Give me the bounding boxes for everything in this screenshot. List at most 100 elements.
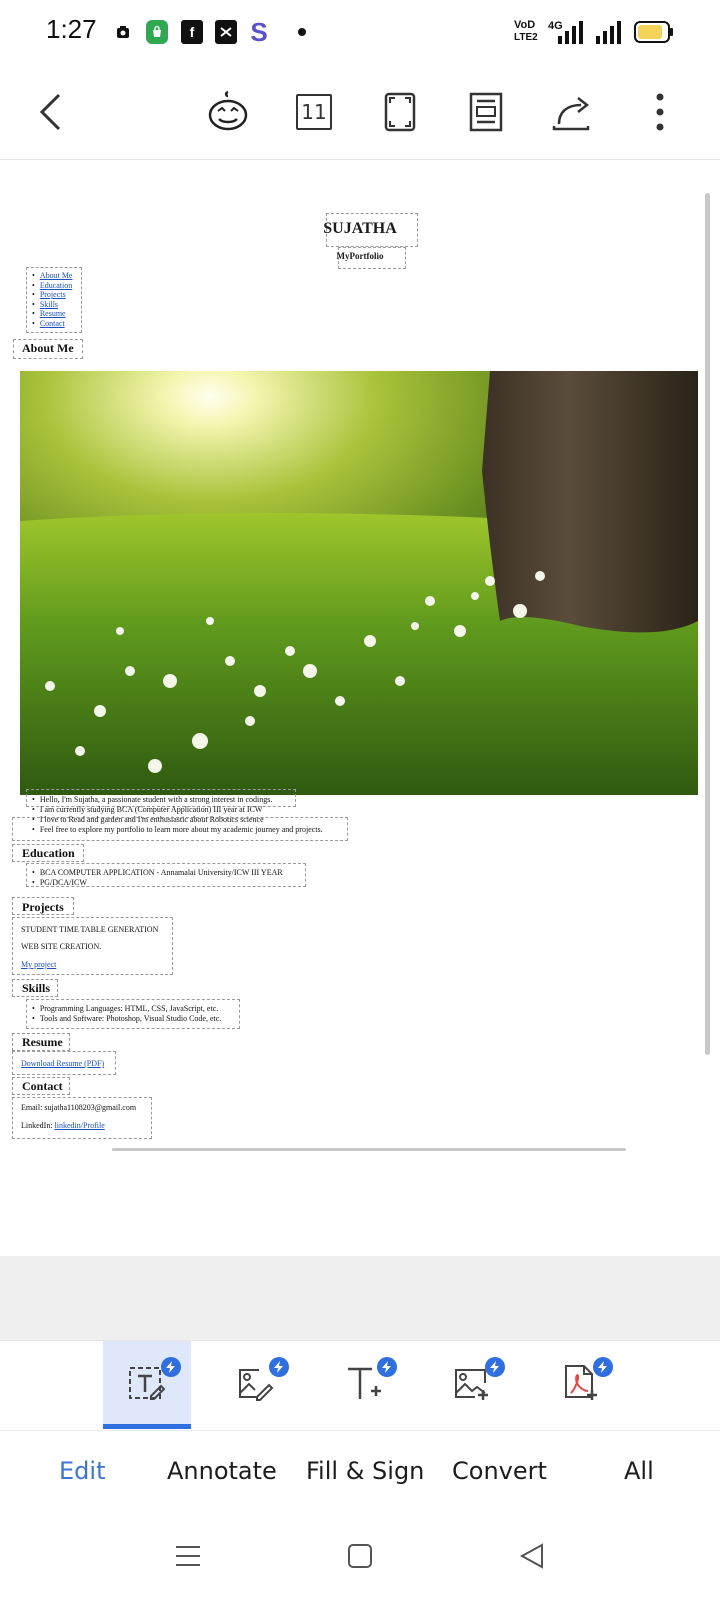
annotate-button[interactable]	[211, 1341, 299, 1429]
skills-bullet: Programming Languages: HTML, CSS, JavaSc…	[32, 1004, 221, 1014]
system-nav-bar	[0, 1512, 720, 1600]
system-back-button[interactable]	[512, 1538, 552, 1578]
nav-link-projects[interactable]: Projects	[40, 290, 66, 299]
project-item: STUDENT TIME TABLE GENERATION	[21, 925, 159, 934]
about-bullet: Hello, I'm Sujatha, a passionate student…	[32, 795, 323, 805]
pro-badge-icon	[161, 1357, 181, 1377]
theme-button[interactable]	[202, 86, 254, 138]
pro-badge-icon	[269, 1357, 289, 1377]
recent-apps-button[interactable]	[168, 1538, 208, 1578]
viewer-toolbar: 11	[0, 64, 720, 160]
back-button[interactable]	[26, 86, 78, 138]
education-heading: Education	[22, 846, 75, 860]
convert-button[interactable]	[427, 1341, 515, 1429]
nav-item: Contact	[32, 319, 72, 329]
network-label-bottom: LTE2	[514, 32, 538, 43]
about-heading: About Me	[22, 341, 74, 355]
contact-email: Email: sujatha1108203@gmail.com	[21, 1103, 137, 1112]
skills-bullet: Tools and Software: Photoshop, Visual St…	[32, 1014, 221, 1024]
about-bullet: I love to Read and garden and I'm enthus…	[32, 815, 323, 825]
s-app-icon: S	[250, 16, 268, 47]
page-count-button[interactable]: 11	[288, 86, 340, 138]
nav-item: Education	[32, 281, 72, 291]
meadow-photo	[20, 371, 698, 795]
nav-link-contact[interactable]: Contact	[40, 319, 65, 328]
resume-download-link[interactable]: Download Resume (PDF)	[21, 1059, 104, 1068]
back-arrow-icon	[37, 92, 67, 132]
nav-link-resume[interactable]: Resume	[40, 309, 66, 318]
more-button[interactable]	[642, 86, 678, 138]
reading-mode-button[interactable]	[460, 86, 512, 138]
pdf-page: SUJATHA MyPortfolio About Me Education P…	[0, 161, 720, 1256]
horizontal-scrollbar[interactable]	[112, 1148, 626, 1151]
share-icon	[551, 92, 593, 132]
education-bullet: PG/DCA/ICW	[32, 878, 283, 888]
home-icon	[347, 1543, 373, 1574]
all-button[interactable]	[535, 1341, 623, 1429]
home-button[interactable]	[340, 1538, 380, 1578]
viewer-bottom-gap	[0, 1256, 720, 1340]
contact-linkedin-label: LinkedIn:	[21, 1121, 55, 1130]
fullscreen-icon	[384, 92, 416, 132]
facebook-icon: f	[181, 20, 203, 44]
pdf-viewer[interactable]: SUJATHA MyPortfolio About Me Education P…	[0, 161, 720, 1256]
edit-button[interactable]	[103, 1341, 191, 1429]
reading-mode-icon	[469, 92, 503, 132]
contact-linkedin-link[interactable]: linkedin/Profile	[55, 1121, 105, 1130]
page-title: SUJATHA	[323, 220, 397, 237]
nav-item: Skills	[32, 300, 72, 310]
nav-item: About Me	[32, 271, 73, 281]
about-bullet: I am currently studying BCA (Computer Ap…	[32, 805, 323, 815]
capcut-icon	[215, 20, 237, 44]
action-labels: Edit Annotate Fill & Sign Convert All	[0, 1430, 720, 1512]
menu-icon	[175, 1544, 201, 1573]
about-bullet: Feel free to explore my portfolio to lea…	[32, 825, 323, 835]
education-list: BCA COMPUTER APPLICATION - Annamalai Uni…	[32, 868, 283, 888]
share-button[interactable]	[546, 86, 598, 138]
status-bar: 1:27 f S VoD LTE2 4G	[0, 0, 720, 64]
nav-item: Resume	[32, 309, 72, 319]
page-count: 11	[301, 100, 327, 124]
action-bar	[0, 1340, 720, 1429]
skills-list: Programming Languages: HTML, CSS, JavaSc…	[32, 1004, 221, 1024]
tab-edit[interactable]: Edit	[59, 1457, 105, 1485]
resume-heading: Resume	[22, 1035, 63, 1049]
page-subtitle: MyPortfolio	[336, 251, 384, 261]
tab-all[interactable]: All	[624, 1457, 654, 1485]
tab-fill-sign[interactable]: Fill & Sign	[306, 1457, 424, 1485]
active-tab-indicator	[103, 1424, 191, 1429]
projects-heading: Projects	[22, 900, 64, 914]
page-count-icon: 11	[296, 94, 332, 130]
nav-link-education[interactable]: Education	[40, 281, 72, 290]
about-list: Hello, I'm Sujatha, a passionate student…	[32, 795, 323, 835]
vertical-scrollbar[interactable]	[705, 193, 710, 1055]
pro-badge-icon	[377, 1357, 397, 1377]
status-time: 1:27	[46, 14, 97, 44]
pro-badge-icon	[485, 1357, 505, 1377]
signal-2-icon	[595, 20, 625, 44]
project-link[interactable]: My project	[21, 960, 56, 969]
battery-icon	[634, 20, 674, 44]
nav-link-about[interactable]: About Me	[40, 271, 73, 280]
contact-linkedin: LinkedIn: linkedin/Profile	[21, 1121, 105, 1130]
page-nav: About Me Education Projects Skills Resum…	[32, 271, 73, 329]
contact-heading: Contact	[22, 1079, 63, 1093]
back-icon	[519, 1542, 545, 1574]
fill-sign-button[interactable]	[319, 1341, 407, 1429]
dot-icon	[297, 20, 307, 44]
tab-convert[interactable]: Convert	[452, 1457, 547, 1485]
fullscreen-button[interactable]	[374, 86, 426, 138]
project-item: WEB SITE CREATION.	[21, 942, 102, 951]
more-icon	[655, 92, 665, 132]
nav-item: Projects	[32, 290, 72, 300]
signal-icon	[556, 20, 590, 44]
photo-icon	[116, 20, 130, 44]
shopping-icon	[146, 20, 168, 44]
pro-badge-icon	[593, 1357, 613, 1377]
network-label-top: VoD	[514, 19, 536, 31]
pumpkin-icon	[206, 90, 250, 134]
skills-heading: Skills	[22, 981, 51, 995]
tab-annotate[interactable]: Annotate	[167, 1457, 277, 1485]
education-bullet: BCA COMPUTER APPLICATION - Annamalai Uni…	[32, 868, 283, 878]
nav-link-skills[interactable]: Skills	[40, 300, 58, 309]
